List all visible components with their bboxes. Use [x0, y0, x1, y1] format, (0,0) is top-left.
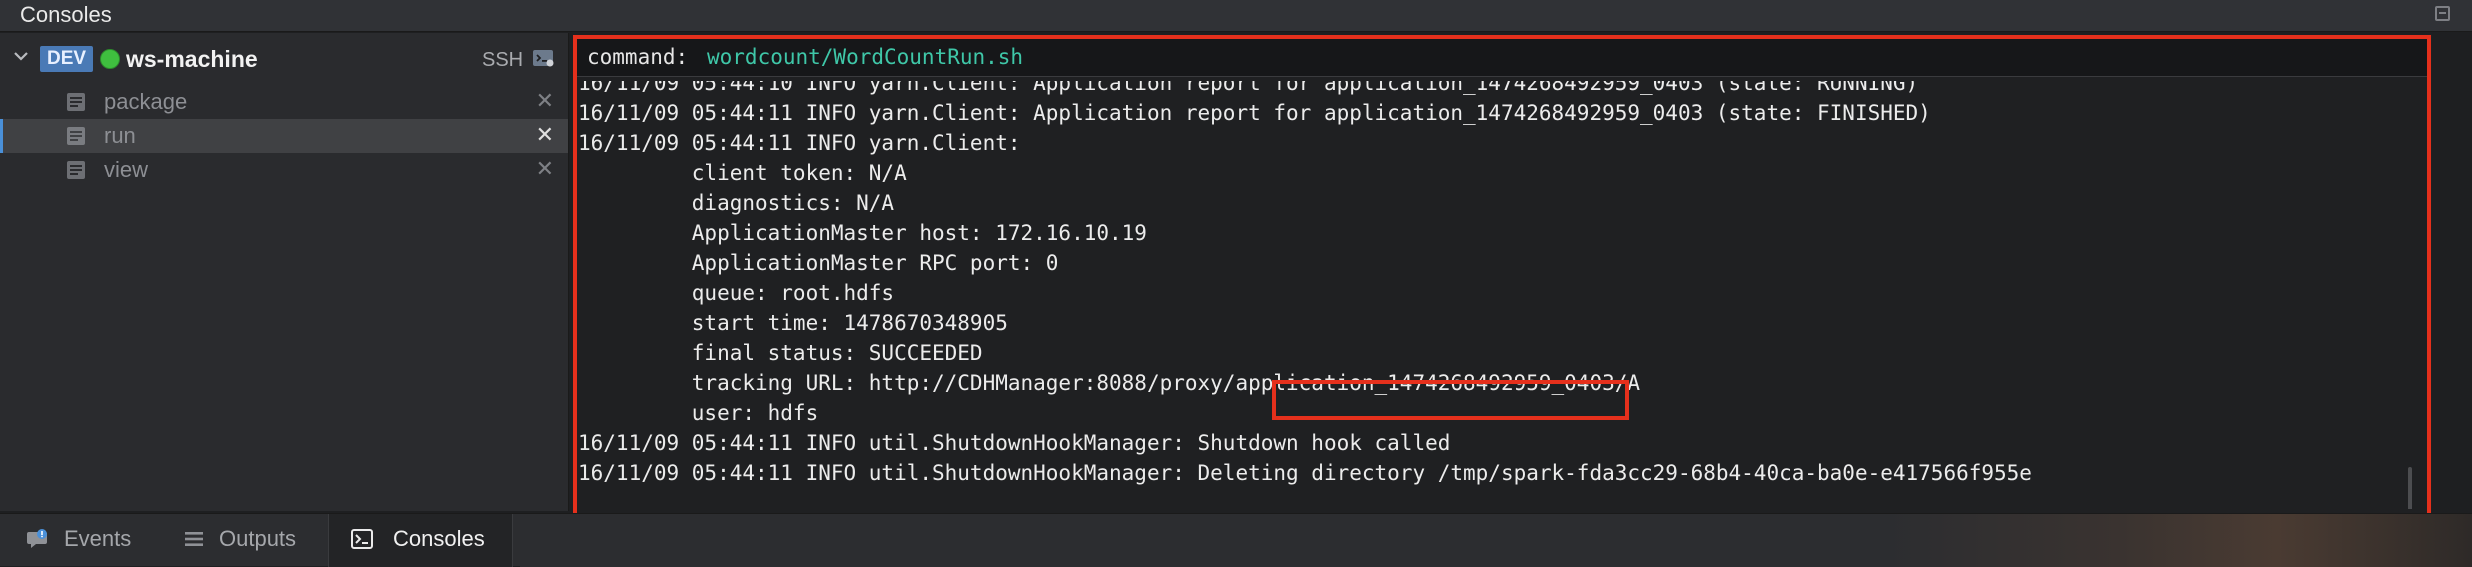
log-line: 16/11/09 05:44:10 INFO yarn.Client: Appl… — [578, 81, 1919, 95]
tab-label: Outputs — [219, 526, 297, 551]
command-label: package — [104, 89, 188, 114]
command-label: view — [104, 157, 149, 182]
log-line: 16/11/09 05:44:11 INFO yarn.Client: Appl… — [578, 101, 1931, 125]
document-icon — [67, 93, 85, 111]
close-icon[interactable]: ✕ — [536, 159, 554, 181]
console-scrollbar[interactable] — [2408, 467, 2412, 509]
machine-name[interactable]: ws-machine — [126, 45, 258, 73]
log-line-final-status: final status: SUCCEEDED — [578, 341, 983, 365]
tab-label: Consoles — [393, 526, 485, 551]
log-line: tracking URL: http://CDHManager:8088/pro… — [578, 371, 1641, 395]
ssh-button[interactable]: SSH — [482, 47, 523, 73]
tab-label: Events — [64, 526, 132, 551]
log-line: diagnostics: N/A — [578, 191, 895, 215]
log-line: client token: N/A — [578, 161, 907, 185]
machines-explorer: DEV ws-machine SSH package ✕ run ✕ view … — [0, 33, 569, 511]
document-icon — [67, 161, 85, 179]
log-line: user: hdfs — [578, 401, 819, 425]
tab-bar-background — [520, 514, 2472, 567]
events-icon — [27, 529, 47, 548]
console-log[interactable]: 16/11/09 05:44:10 INFO yarn.Client: Appl… — [578, 81, 2418, 509]
machine-row[interactable]: DEV ws-machine SSH — [0, 45, 568, 83]
panel-title-bar: Consoles — [0, 0, 2472, 32]
log-line: 16/11/09 05:44:11 INFO yarn.Client: — [578, 131, 1021, 155]
chevron-down-icon[interactable] — [14, 49, 28, 63]
console-output-panel: command: wordcount/WordCountRun.sh 16/11… — [573, 34, 2432, 519]
log-line: ApplicationMaster RPC port: 0 — [578, 251, 1059, 275]
close-icon[interactable]: ✕ — [536, 91, 554, 113]
command-key: command: — [587, 45, 689, 69]
consoles-icon — [351, 529, 373, 549]
command-item-run[interactable]: run ✕ — [0, 119, 568, 153]
log-line: 16/11/09 05:44:11 INFO util.ShutdownHook… — [578, 461, 2032, 485]
log-line: start time: 1478670348905 — [578, 311, 1008, 335]
bottom-tab-bar: Events Outputs Consoles — [0, 513, 2472, 567]
command-label: run — [104, 123, 136, 148]
close-icon[interactable]: ✕ — [536, 125, 554, 147]
log-line: queue: root.hdfs — [578, 281, 895, 305]
machine-status-indicator — [100, 49, 120, 69]
log-line: ApplicationMaster host: 172.16.10.19 — [578, 221, 1147, 245]
tab-outputs[interactable]: Outputs — [165, 514, 328, 567]
outputs-icon — [185, 532, 203, 546]
tab-consoles[interactable]: Consoles — [328, 514, 513, 567]
document-icon — [67, 127, 85, 145]
new-terminal-icon[interactable] — [532, 49, 554, 67]
dev-badge: DEV — [40, 46, 94, 72]
log-line: 16/11/09 05:44:11 INFO util.ShutdownHook… — [578, 431, 1451, 455]
command-header: command: wordcount/WordCountRun.sh — [577, 38, 2428, 77]
tab-events[interactable]: Events — [0, 514, 165, 567]
panel-title: Consoles — [20, 2, 112, 27]
command-path: wordcount/WordCountRun.sh — [707, 45, 1024, 69]
minimize-panel-icon[interactable] — [2435, 6, 2450, 21]
command-item-package[interactable]: package ✕ — [0, 85, 568, 119]
command-item-view[interactable]: view ✕ — [0, 153, 568, 187]
